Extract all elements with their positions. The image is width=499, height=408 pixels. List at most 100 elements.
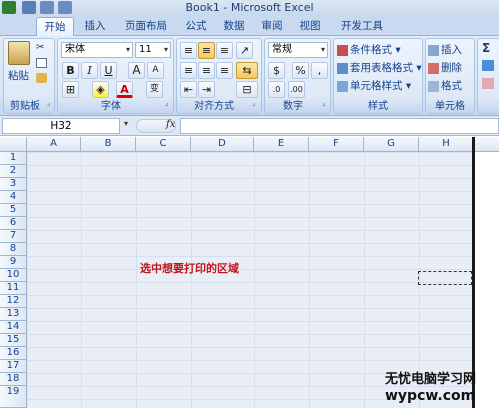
decrease-decimal-icon[interactable]: .00 [288, 81, 305, 98]
font-size-combo[interactable]: 11 ▾ [135, 42, 171, 58]
increase-indent-icon[interactable]: ⇥ [198, 81, 215, 98]
percent-button[interactable]: % [292, 62, 309, 79]
clear-icon[interactable] [482, 78, 494, 89]
comma-button[interactable]: , [311, 62, 328, 79]
column-gridline [254, 152, 255, 408]
row-header[interactable]: 5 [0, 204, 27, 217]
conditional-format-button[interactable]: 条件格式 ▾ [337, 42, 401, 57]
column-header[interactable]: E [254, 137, 309, 152]
row-header[interactable]: 16 [0, 347, 27, 360]
align-bottom-icon[interactable]: ≡ [216, 42, 233, 59]
grow-font-button[interactable]: A [128, 62, 145, 79]
dialog-launcher-icon[interactable]: ⌟ [165, 99, 168, 107]
format-cells-button[interactable]: 格式 [428, 78, 462, 93]
decrease-indent-icon[interactable]: ⇤ [180, 81, 197, 98]
merge-center-icon[interactable]: ⊟ [236, 81, 258, 98]
tab-home[interactable]: 开始 [36, 17, 74, 36]
align-right-icon[interactable]: ≡ [216, 62, 233, 79]
row-header[interactable]: 3 [0, 178, 27, 191]
currency-icon[interactable]: $ [268, 62, 285, 79]
align-left-icon[interactable]: ≡ [180, 62, 197, 79]
dialog-launcher-icon[interactable]: ⌟ [252, 99, 255, 107]
watermark-line1: 无忧电脑学习网 [385, 372, 477, 387]
row-header[interactable]: 4 [0, 191, 27, 204]
bold-button[interactable]: B [62, 62, 79, 79]
cut-icon[interactable]: ✂ [36, 42, 47, 53]
row-header[interactable]: 1 [0, 152, 27, 165]
underline-button[interactable]: U [100, 62, 117, 79]
tab-review[interactable]: 审阅 [256, 17, 288, 36]
copy-marquee [418, 271, 472, 285]
shrink-font-button[interactable]: A [147, 62, 164, 79]
format-as-table-label: 套用表格格式 [350, 62, 413, 74]
fill-color-icon[interactable]: ◈ [92, 81, 109, 98]
dialog-launcher-icon[interactable]: ⌟ [322, 99, 325, 107]
number-format-combo[interactable]: 常规 ▾ [268, 42, 328, 58]
row-header[interactable]: 13 [0, 308, 27, 321]
cells-group-label: 单元格 [435, 101, 465, 112]
column-header[interactable]: C [136, 137, 191, 152]
formula-input[interactable] [180, 118, 499, 134]
row-header[interactable]: 9 [0, 256, 27, 269]
tab-view[interactable]: 视图 [294, 17, 326, 36]
row-header[interactable]: 7 [0, 230, 27, 243]
table-format-icon [337, 62, 348, 74]
paste-label[interactable]: 粘贴 [8, 68, 29, 83]
fx-label[interactable]: fx [166, 119, 175, 130]
tab-insert[interactable]: 插入 [79, 17, 111, 36]
increase-decimal-icon[interactable]: .0 [268, 81, 285, 98]
row-header[interactable]: 11 [0, 282, 27, 295]
italic-button[interactable]: I [81, 62, 98, 79]
fill-icon[interactable] [482, 60, 494, 71]
name-box-dropdown-icon[interactable]: ▾ [124, 119, 128, 128]
select-all-corner[interactable] [0, 137, 27, 152]
dialog-launcher-icon[interactable]: ⌟ [47, 99, 50, 107]
name-box[interactable]: H32 [2, 118, 120, 134]
row-header[interactable]: 8 [0, 243, 27, 256]
align-center-icon[interactable]: ≡ [198, 62, 215, 79]
cell-styles-button[interactable]: 单元格样式 ▾ [337, 78, 411, 93]
tab-developer[interactable]: 开发工具 [334, 17, 390, 36]
column-header[interactable] [474, 137, 499, 152]
copy-icon[interactable] [36, 58, 47, 68]
tab-data[interactable]: 数据 [218, 17, 250, 36]
align-top-icon[interactable]: ≡ [180, 42, 197, 59]
row-header[interactable]: 6 [0, 217, 27, 230]
row-header[interactable]: 19 [0, 386, 27, 408]
chevron-down-icon: ▾ [320, 45, 325, 54]
tab-formulas[interactable]: 公式 [180, 17, 212, 36]
delete-cells-button[interactable]: 删除 [428, 60, 462, 75]
format-painter-icon[interactable] [36, 73, 47, 83]
font-color-button[interactable]: A [116, 81, 133, 98]
row-header[interactable]: 10 [0, 269, 27, 282]
row-header[interactable]: 17 [0, 360, 27, 373]
font-name-combo[interactable]: 宋体 ▾ [61, 42, 133, 58]
row-header[interactable]: 18 [0, 373, 27, 386]
paste-icon[interactable] [8, 41, 30, 65]
row-header[interactable]: 12 [0, 295, 27, 308]
borders-icon[interactable]: ⊞ [62, 81, 79, 98]
insert-cells-button[interactable]: 插入 [428, 42, 462, 57]
clipboard-group-label: 剪贴板 [10, 101, 40, 112]
unselected-area[interactable] [474, 152, 499, 408]
format-as-table-button[interactable]: 套用表格格式 ▾ [337, 60, 422, 75]
column-header[interactable]: B [81, 137, 136, 152]
cell-grid[interactable] [27, 152, 474, 408]
row-header[interactable]: 2 [0, 165, 27, 178]
column-header[interactable]: F [309, 137, 364, 152]
column-header[interactable]: D [191, 137, 254, 152]
autosum-button[interactable]: Σ [482, 41, 490, 55]
row-header[interactable]: 14 [0, 321, 27, 334]
column-gridline [364, 152, 365, 408]
align-middle-icon[interactable]: ≡ [198, 42, 215, 59]
column-header[interactable]: G [364, 137, 419, 152]
column-header[interactable]: A [27, 137, 81, 152]
tab-page-layout[interactable]: 页面布局 [118, 17, 174, 36]
phonetic-button[interactable]: 变 [146, 81, 163, 98]
wrap-text-icon[interactable]: ⇆ [236, 62, 258, 79]
row-header[interactable]: 15 [0, 334, 27, 347]
format-icon [428, 80, 439, 92]
column-gridline [309, 152, 310, 408]
column-header[interactable]: H [419, 137, 474, 152]
orientation-icon[interactable]: ↗ [236, 42, 253, 59]
